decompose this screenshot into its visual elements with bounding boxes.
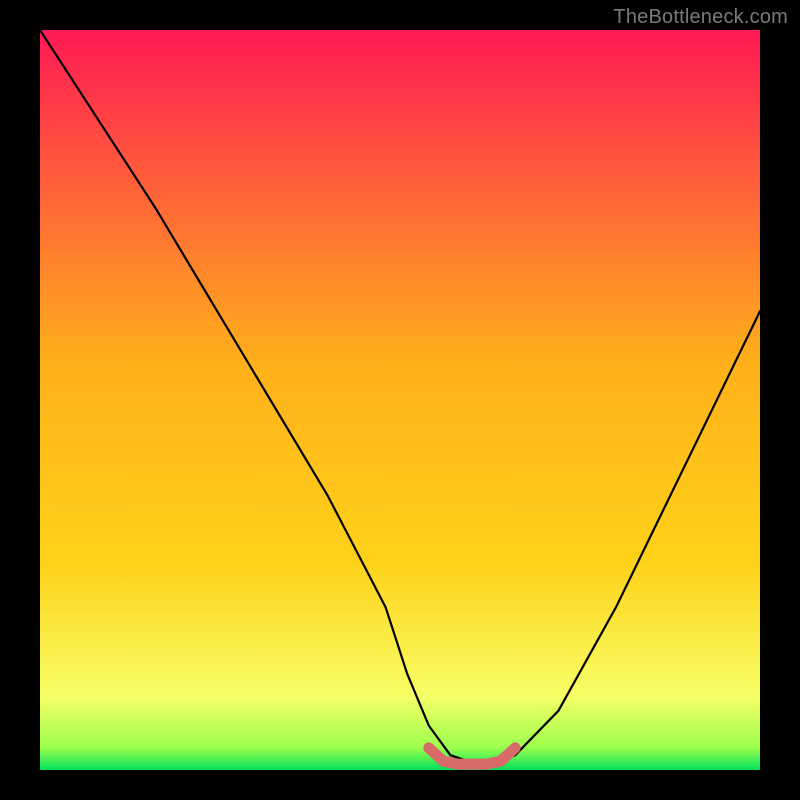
chart-svg (40, 30, 760, 770)
chart-area (40, 30, 760, 770)
watermark-label: TheBottleneck.com (613, 6, 788, 29)
chart-background (40, 30, 760, 770)
